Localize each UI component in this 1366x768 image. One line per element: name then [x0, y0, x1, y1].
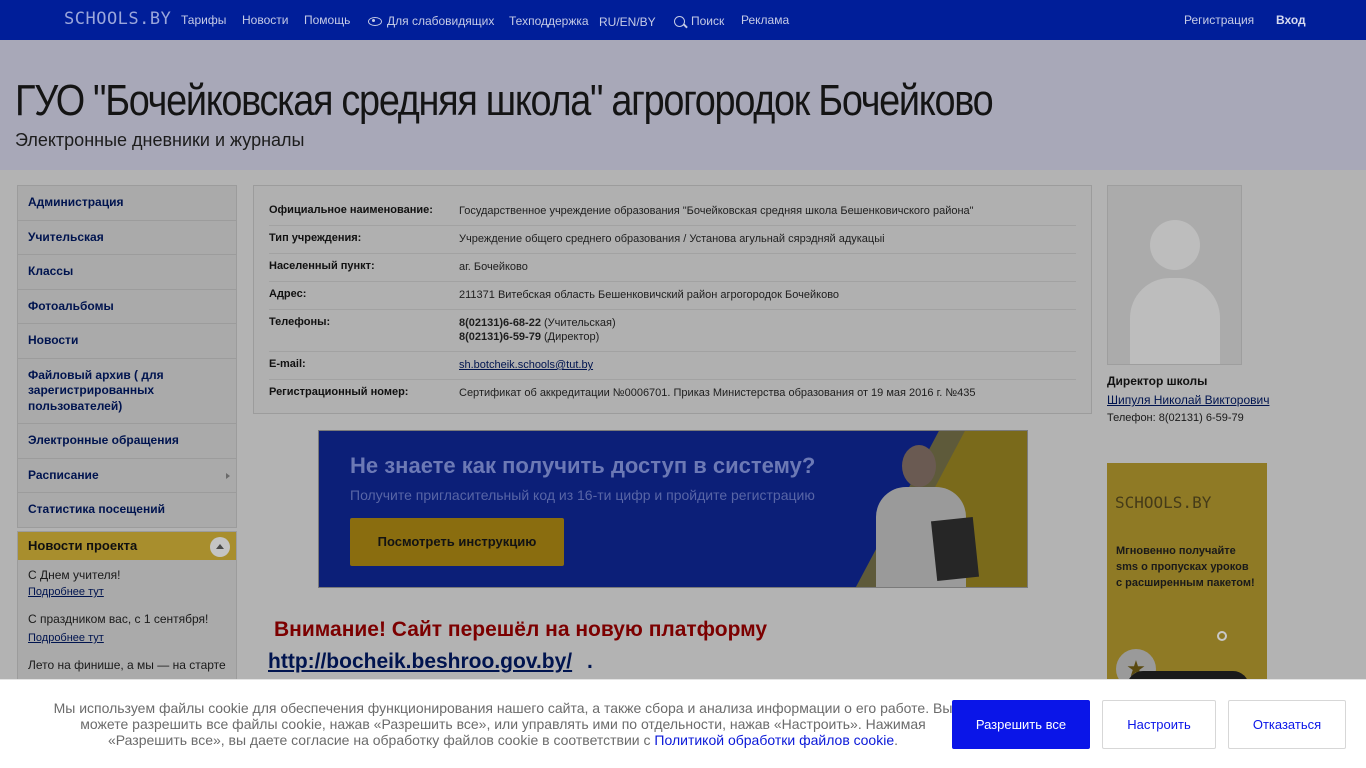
platform-notice: Внимание! Сайт перешёл на новую платформ…: [274, 618, 768, 641]
info-key: Адрес:: [269, 288, 307, 300]
nav-accessibility[interactable]: Для слабовидящих: [368, 14, 494, 28]
nav-search-label: Поиск: [691, 14, 725, 28]
director-label: Директор школы: [1107, 374, 1208, 388]
news-entry: С праздником вас, с 1 сентября! Подробне…: [18, 598, 236, 644]
info-row: Официальное наименование: Государственно…: [269, 198, 1076, 226]
sidebar-item-classes[interactable]: Классы: [18, 255, 236, 290]
info-row: Адрес: 211371 Витебская область Бешенков…: [269, 282, 1076, 310]
ring-icon: [1217, 631, 1227, 641]
eye-icon: [368, 17, 382, 26]
info-row: Населенный пункт: аг. Бочейково: [269, 254, 1076, 282]
info-value: 211371 Витебская область Бешенковичский …: [459, 289, 840, 301]
folder-icon: [930, 516, 980, 582]
project-news-header: Новости проекта: [18, 532, 236, 560]
search-icon: [674, 16, 685, 27]
info-key: Телефоны:: [269, 316, 331, 328]
sidebar-item-photo-albums[interactable]: Фотоальбомы: [18, 290, 236, 324]
phone-note: (Учительская): [544, 317, 616, 329]
sidebar-menu: Администрация Учительская Классы Фотоаль…: [17, 185, 237, 528]
sidebar-item-schedule-label: Расписание: [28, 467, 99, 482]
nav-accessibility-label: Для слабовидящих: [387, 14, 495, 28]
sidebar-item-schedule[interactable]: Расписание: [18, 459, 236, 493]
news-more-link[interactable]: Подробнее тут: [28, 586, 226, 598]
new-platform-link[interactable]: http://bocheik.beshroo.gov.by/: [268, 650, 572, 674]
nav-language[interactable]: RU/EN/BY: [599, 15, 656, 29]
site-logo[interactable]: SCHOOLS.BY: [64, 9, 171, 29]
school-header: ГУО "Бочейковская средняя школа" агрогор…: [0, 40, 1366, 170]
nav-ads[interactable]: Реклама: [741, 13, 789, 27]
news-entry: С Днем учителя! Подробнее тут: [18, 560, 236, 598]
info-key: Населенный пункт:: [269, 260, 375, 272]
page-title: ГУО "Бочейковская средняя школа" агрогор…: [15, 76, 994, 125]
info-row: Телефоны: 8(02131)6-68-22 (Учительская) …: [269, 310, 1076, 352]
decline-cookies-button[interactable]: Отказаться: [1228, 700, 1346, 749]
cookie-text-block: Мы используем файлы cookie для обеспечен…: [50, 700, 956, 748]
sidebar-item-administration[interactable]: Администрация: [18, 186, 236, 221]
info-value-phones: 8(02131)6-68-22 (Учительская) 8(02131)6-…: [459, 316, 1076, 344]
sidebar-item-file-archive[interactable]: Файловый архив ( для зарегистрированных …: [18, 359, 236, 424]
top-navigation-bar: SCHOOLS.BY Тарифы Новости Помощь Для сла…: [0, 0, 1366, 40]
info-key: Тип учреждения:: [269, 232, 362, 244]
allow-all-cookies-button[interactable]: Разрешить все: [952, 700, 1090, 749]
chevron-right-icon: [226, 472, 230, 479]
sidebar-item-statistics[interactable]: Статистика посещений: [18, 493, 236, 527]
news-more-link[interactable]: Подробнее тут: [28, 632, 226, 644]
ad-brand-logo: SCHOOLS.BY: [1115, 493, 1212, 512]
info-value: sh.botcheik.schools@tut.by: [459, 358, 1076, 372]
info-value: аг. Бочейково: [459, 261, 528, 273]
info-key: Официальное наименование:: [269, 204, 433, 216]
cookie-policy-link[interactable]: Политикой обработки файлов cookie: [654, 732, 894, 748]
school-info-table: Официальное наименование: Государственно…: [253, 185, 1092, 414]
ad-text: Мгновенно получайте sms о пропусках урок…: [1116, 545, 1255, 589]
news-entry-text: С праздником вас, с 1 сентября!: [28, 612, 209, 626]
illustration-head: [902, 445, 936, 487]
email-link[interactable]: sh.botcheik.schools@tut.by: [459, 359, 593, 371]
nav-help[interactable]: Помощь: [304, 13, 350, 27]
info-row: Тип учреждения: Учреждение общего средне…: [269, 226, 1076, 254]
director-avatar: [1107, 185, 1242, 365]
view-instruction-button[interactable]: Посмотреть инструкцию: [350, 518, 564, 566]
news-entry-text: Лето на финише, а мы — на старте: [28, 658, 226, 672]
avatar-body-icon: [1130, 278, 1220, 364]
info-key: Регистрационный номер:: [269, 386, 409, 398]
info-value: Сертификат об аккредитации №0006701. При…: [459, 387, 976, 399]
avatar-head-icon: [1150, 220, 1200, 270]
news-entry: Лето на финише, а мы — на старте: [18, 644, 236, 672]
page-subtitle: Электронные дневники и журналы: [15, 130, 305, 150]
info-row: Регистрационный номер: Сертификат об акк…: [269, 380, 1076, 407]
project-news-panel: Новости проекта С Днем учителя! Подробне…: [17, 531, 237, 691]
nav-news[interactable]: Новости: [242, 13, 288, 27]
access-instruction-banner[interactable]: Не знаете как получить доступ в систему?…: [318, 430, 1028, 588]
project-news-title: Новости проекта: [28, 538, 138, 553]
collapse-toggle-icon[interactable]: [210, 537, 230, 557]
news-entry-text: С Днем учителя!: [28, 568, 121, 582]
director-phone: Телефон: 8(02131) 6-59-79: [1107, 412, 1244, 424]
director-name-link[interactable]: Шипуля Николай Викторович: [1107, 393, 1269, 407]
phone-note: (Директор): [544, 331, 600, 343]
sidebar-item-news[interactable]: Новости: [18, 324, 236, 359]
phone-number: 8(02131)6-59-79: [459, 331, 541, 343]
woman-illustration: [864, 439, 984, 587]
cookie-tail: .: [894, 732, 899, 748]
notice-tail: .: [587, 650, 593, 673]
phone-number: 8(02131)6-68-22: [459, 317, 541, 329]
sms-ad-banner[interactable]: SCHOOLS.BY Мгновенно получайте sms о про…: [1107, 463, 1267, 693]
cookie-consent-bar: Мы используем файлы cookie для обеспечен…: [0, 679, 1366, 768]
nav-support[interactable]: Техподдержка: [509, 14, 589, 28]
banner-headline: Не знаете как получить доступ в систему?: [350, 453, 816, 478]
info-key: E-mail:: [269, 358, 306, 370]
login-link[interactable]: Вход: [1276, 13, 1306, 27]
info-value: Учреждение общего среднего образования /…: [459, 233, 885, 245]
info-value: Государственное учреждение образования "…: [459, 205, 974, 217]
info-row: E-mail: sh.botcheik.schools@tut.by: [269, 352, 1076, 380]
register-link[interactable]: Регистрация: [1184, 13, 1254, 27]
sidebar-item-appeals[interactable]: Электронные обращения: [18, 424, 236, 459]
nav-tariffs[interactable]: Тарифы: [181, 13, 226, 27]
nav-search[interactable]: Поиск: [674, 14, 724, 28]
configure-cookies-button[interactable]: Настроить: [1102, 700, 1216, 749]
sidebar-item-teachers-room[interactable]: Учительская: [18, 221, 236, 255]
banner-subline: Получите пригласительный код из 16-ти ци…: [350, 487, 815, 503]
